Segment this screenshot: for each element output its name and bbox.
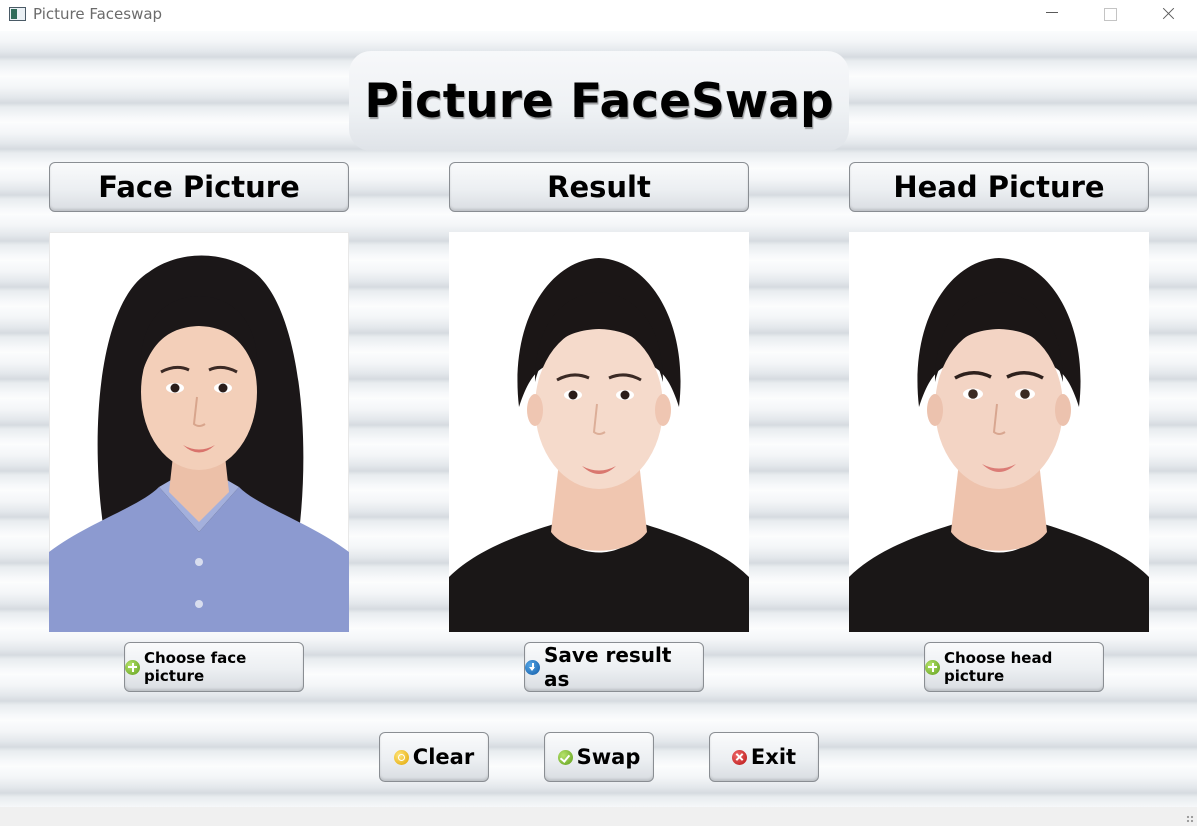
check-icon — [557, 749, 573, 765]
swap-label: Swap — [576, 745, 641, 769]
download-icon — [525, 659, 540, 675]
head-picture-image — [849, 232, 1149, 632]
choose-face-picture-label: Choose face picture — [144, 649, 247, 685]
close-icon[interactable] — [1139, 0, 1197, 30]
clear-button[interactable]: Clear — [379, 732, 489, 782]
exit-button[interactable]: Exit — [709, 732, 819, 782]
main-window-content: Picture FaceSwap Face Picture Result Hea… — [0, 31, 1197, 807]
exit-icon — [731, 749, 747, 765]
exit-label: Exit — [750, 745, 797, 769]
window-titlebar: Picture Faceswap — [0, 0, 1197, 30]
choose-face-picture-button[interactable]: Choose face picture — [124, 642, 304, 692]
window-title: Picture Faceswap — [33, 5, 163, 23]
add-icon — [125, 659, 140, 675]
minimize-icon[interactable] — [1023, 0, 1081, 30]
face-picture-image — [49, 232, 349, 632]
result-header-button[interactable]: Result — [449, 162, 749, 212]
status-bar — [0, 807, 1197, 826]
app-headline: Picture FaceSwap — [349, 51, 849, 151]
head-picture-header-button[interactable]: Head Picture — [849, 162, 1149, 212]
maximize-icon[interactable] — [1081, 0, 1139, 30]
choose-head-picture-button[interactable]: Choose head picture — [924, 642, 1104, 692]
resize-grip-icon[interactable] — [1186, 815, 1194, 823]
clear-icon — [393, 749, 409, 765]
add-icon — [925, 659, 940, 675]
result-image — [449, 232, 749, 632]
headline-text: Picture FaceSwap — [364, 73, 834, 129]
face-picture-header-button[interactable]: Face Picture — [49, 162, 349, 212]
choose-head-picture-label: Choose head picture — [944, 649, 1053, 685]
save-result-as-button[interactable]: Save result as — [524, 642, 704, 692]
app-window-icon — [9, 7, 26, 21]
swap-button[interactable]: Swap — [544, 732, 654, 782]
clear-label: Clear — [412, 745, 475, 769]
save-result-as-label: Save result as — [544, 643, 672, 691]
